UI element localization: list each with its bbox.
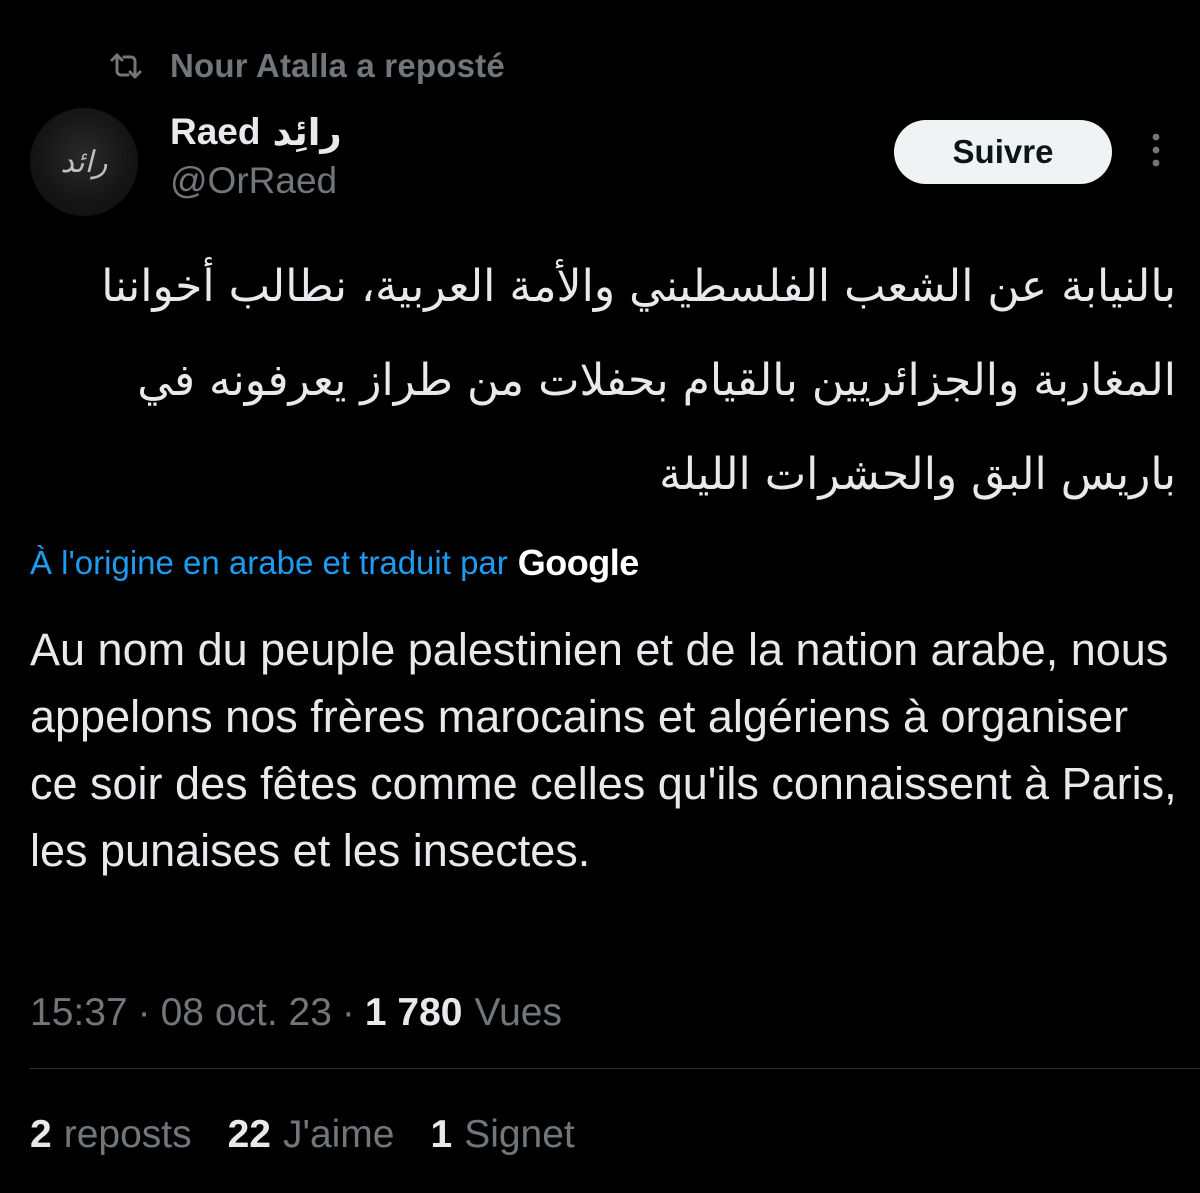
arabic-line-1: بالنيابة عن الشعب الفلسطيني والأمة العرب… [101,261,1176,312]
bookmarks-stat[interactable]: 1 Signet [430,1113,574,1157]
follow-button[interactable]: Suivre [894,120,1112,184]
avatar-calligraphy: رائد [61,145,108,180]
likes-count: 22 [227,1113,271,1156]
tweet-stats: 2 reposts 22 J'aime 1 Signet [30,1108,611,1162]
tweet-date[interactable]: 08 oct. 23 [161,991,332,1035]
repost-text[interactable]: Nour Atalla a reposté [170,47,505,85]
more-vertical-icon [1151,132,1161,173]
translation-link[interactable]: À l'origine en arabe et traduit par [30,544,508,582]
author-handle[interactable]: @OrRaed [170,160,337,202]
more-options-button[interactable] [1136,130,1176,174]
views-count[interactable]: 1 780 [365,991,463,1035]
google-logo: Google [517,542,640,583]
tweet-time[interactable]: 15:37 [30,991,128,1035]
tweet-meta: 15:37 · 08 oct. 23 · 1 780 Vues [30,986,562,1040]
divider [30,1068,1200,1069]
repost-icon [108,48,144,84]
reposts-label: reposts [63,1113,192,1156]
arabic-line-3: باريس البق والحشرات الليلة [659,449,1176,500]
arabic-line-2: المغاربة والجزائريين بالقيام بحفلات من ط… [137,355,1176,406]
views-label[interactable]: Vues [475,991,562,1035]
tweet-translated-text: Au nom du peuple palestinien et de la na… [30,624,1177,876]
author-name-arabic[interactable]: رائِد [272,111,341,154]
meta-separator: · [341,991,355,1034]
reposts-stat[interactable]: 2 reposts [30,1113,192,1157]
translation-attribution: À l'origine en arabe et traduit par Goog… [30,538,639,588]
bookmarks-label: Signet [464,1113,575,1156]
tweet-arabic-text: بالنيابة عن الشعب الفلسطيني والأمة العرب… [26,240,1176,522]
avatar[interactable]: رائد [30,108,138,216]
author-name[interactable]: Raed [170,111,260,153]
tweet-detail: Nour Atalla a reposté رائد Raed رائِد @O… [0,0,1200,1193]
likes-label: J'aime [283,1113,395,1156]
likes-stat[interactable]: 22 J'aime [228,1113,395,1157]
meta-separator: · [137,991,151,1034]
author-name-row[interactable]: Raed رائِد [170,108,342,156]
reposts-count: 2 [30,1113,52,1156]
bookmarks-count: 1 [430,1113,453,1156]
repost-indicator[interactable]: Nour Atalla a reposté [108,44,505,88]
